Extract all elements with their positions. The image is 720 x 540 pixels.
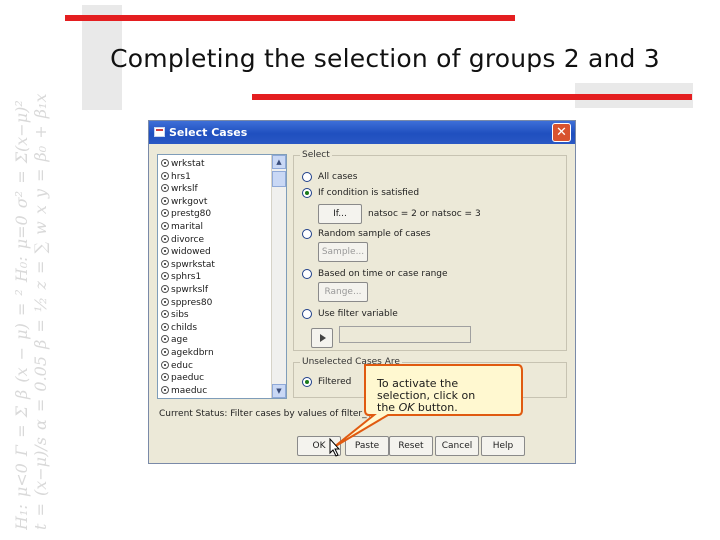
variable-name: widowed xyxy=(171,247,211,258)
label-based-on-range: Based on time or case range xyxy=(318,269,448,279)
decorative-red-bar-right xyxy=(252,94,692,100)
scale-variable-icon xyxy=(161,297,169,306)
scroll-thumb[interactable] xyxy=(272,171,286,187)
decorative-red-bar-top xyxy=(65,15,515,21)
move-variable-arrow-icon[interactable] xyxy=(311,328,333,348)
variable-name: prestg80 xyxy=(171,209,212,220)
scale-variable-icon xyxy=(161,171,169,180)
radio-all-cases[interactable] xyxy=(302,172,312,182)
variable-name: childs xyxy=(171,322,198,333)
radio-random-sample[interactable] xyxy=(302,229,312,239)
callout-ok-word: OK xyxy=(398,401,415,414)
sample-button[interactable]: Sample... xyxy=(318,242,368,262)
variable-name: marital xyxy=(171,222,204,232)
radio-filtered[interactable] xyxy=(302,377,312,387)
variable-name: spwrkstat xyxy=(171,259,215,270)
label-if-condition: If condition is satisfied xyxy=(318,188,420,198)
scale-variable-icon xyxy=(161,159,169,167)
variable-list-item[interactable]: childs xyxy=(161,322,197,335)
scale-variable-icon xyxy=(161,322,169,331)
variable-name: maeduc xyxy=(171,385,208,396)
variable-list-item[interactable]: sphrs1 xyxy=(161,271,201,284)
callout-line-3: the OK button. xyxy=(377,402,512,414)
scale-variable-icon xyxy=(161,385,169,394)
callout-text: To activate the selection, click on the … xyxy=(377,378,512,414)
variable-list-item[interactable]: sppres80 xyxy=(161,297,212,310)
scale-variable-icon xyxy=(161,234,169,243)
variable-name: educ xyxy=(171,360,193,371)
variable-list-item[interactable]: wrkstat xyxy=(161,158,205,171)
scale-variable-icon xyxy=(161,196,169,205)
variable-list-item[interactable]: wrkgovt xyxy=(161,196,207,209)
select-group-legend: Select xyxy=(300,150,332,160)
radio-use-filter[interactable] xyxy=(302,309,312,319)
variable-name: wrkgovt xyxy=(171,196,208,207)
variable-list-item[interactable]: spwrkstat xyxy=(161,259,215,272)
variable-list[interactable]: wrkstat hrs1 wrkslf wrkgovt prestg80 marital d… xyxy=(157,154,287,399)
scale-variable-icon xyxy=(161,247,169,256)
variable-list-item[interactable]: sibs xyxy=(161,309,189,322)
variable-list-item[interactable]: marital xyxy=(161,221,203,234)
scale-variable-icon xyxy=(161,335,169,344)
label-use-filter: Use filter variable xyxy=(318,309,398,319)
close-icon[interactable]: ✕ xyxy=(552,123,571,142)
label-all-cases: All cases xyxy=(318,172,358,182)
callout-line-3-prefix: the xyxy=(377,401,399,414)
variable-list-item[interactable]: agekdbrn xyxy=(161,347,214,360)
variable-name: sibs xyxy=(171,310,189,321)
dialog-title: Select Cases xyxy=(169,126,248,139)
variable-name: sphrs1 xyxy=(171,272,202,283)
variable-name: age xyxy=(171,335,188,346)
slide-title: Completing the selection of groups 2 and… xyxy=(110,44,660,73)
variable-name: divorce xyxy=(171,234,205,245)
callout-line-3-suffix: button. xyxy=(414,401,458,414)
if-button[interactable]: If... xyxy=(318,204,362,224)
list-scrollbar[interactable]: ▲ ▼ xyxy=(271,155,286,398)
dialog-titlebar[interactable]: Select Cases ✕ xyxy=(149,121,575,144)
range-button[interactable]: Range... xyxy=(318,282,368,302)
scale-variable-icon xyxy=(161,259,169,268)
radio-if-condition[interactable] xyxy=(302,188,312,198)
scroll-down-icon[interactable]: ▼ xyxy=(272,384,286,398)
variable-name: wrkstat xyxy=(171,159,205,169)
variable-name: sppres80 xyxy=(171,297,213,308)
variable-list-item[interactable]: divorce xyxy=(161,234,204,247)
scroll-up-icon[interactable]: ▲ xyxy=(272,155,286,169)
variable-name: hrs1 xyxy=(171,171,191,182)
variable-list-item[interactable]: spwrkslf xyxy=(161,284,208,297)
condition-text: natsoc = 2 or natsoc = 3 xyxy=(368,209,481,219)
background-formulas: H₁: μ<0 Γ = Σ β (x − μ) = ² H₀: μ=0 σ² =… xyxy=(12,93,50,530)
variable-name: agekdbrn xyxy=(171,348,214,358)
decorative-formula-strip: H₁: μ<0 Γ = Σ β (x − μ) = ² H₀: μ=0 σ² =… xyxy=(12,90,70,530)
scale-variable-icon xyxy=(161,184,169,193)
scale-variable-icon xyxy=(161,373,169,382)
select-group: Select All cases If condition is satisfi… xyxy=(293,150,567,351)
variable-name: spwrkslf xyxy=(171,285,209,295)
variable-list-item[interactable]: wrkslf xyxy=(161,183,198,196)
scale-variable-icon xyxy=(161,310,169,319)
variable-name: paeduc xyxy=(171,373,205,384)
radio-based-on-range[interactable] xyxy=(302,269,312,279)
label-random-sample: Random sample of cases xyxy=(318,229,431,239)
scale-variable-icon xyxy=(161,209,169,218)
mouse-cursor-icon xyxy=(329,438,341,457)
variable-list-item[interactable]: prestg80 xyxy=(161,208,211,221)
variable-list-item[interactable]: paeduc xyxy=(161,372,204,385)
variable-name: wrkslf xyxy=(171,184,198,195)
variable-list-item[interactable]: widowed xyxy=(161,246,211,259)
scale-variable-icon xyxy=(161,348,169,356)
scale-variable-icon xyxy=(161,272,169,281)
scale-variable-icon xyxy=(161,222,169,230)
variable-list-item[interactable]: maeduc xyxy=(161,385,207,398)
scale-variable-icon xyxy=(161,360,169,369)
app-icon xyxy=(154,127,165,137)
variable-list-item[interactable]: hrs1 xyxy=(161,171,191,184)
filter-variable-field[interactable] xyxy=(339,326,471,343)
variable-list-item[interactable]: educ xyxy=(161,360,193,373)
scale-variable-icon xyxy=(161,285,169,293)
variable-list-item[interactable]: age xyxy=(161,334,188,347)
